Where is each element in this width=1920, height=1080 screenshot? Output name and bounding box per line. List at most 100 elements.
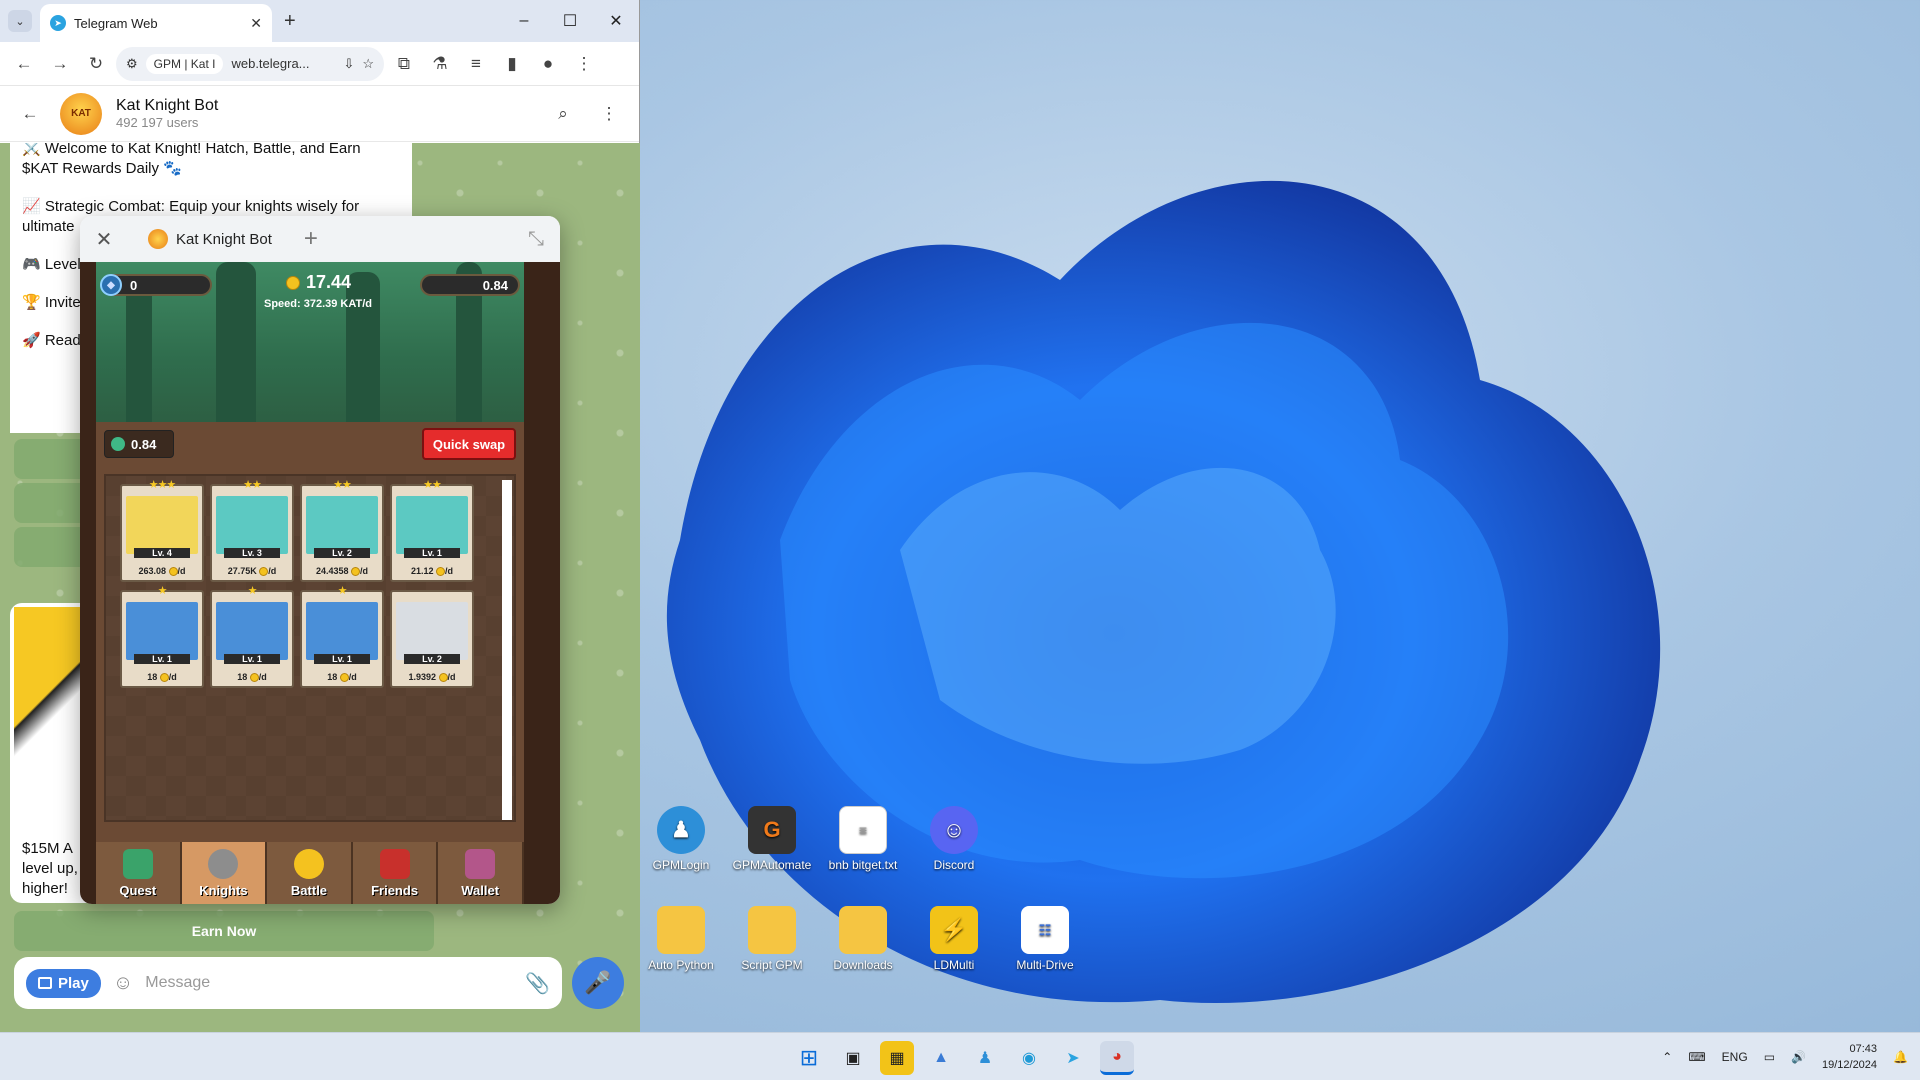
side-panel-icon[interactable]: ▮	[496, 48, 528, 80]
nav-wallet[interactable]: Wallet	[438, 842, 524, 904]
nav-battle[interactable]: Battle	[267, 842, 353, 904]
volume-icon[interactable]: 🔊	[1791, 1050, 1806, 1064]
token-value: 0.84	[482, 277, 508, 293]
photos-icon[interactable]: ▲	[924, 1041, 958, 1075]
emoji-icon[interactable]: ☺	[113, 972, 133, 995]
knight-stars: ★	[247, 585, 258, 597]
rate-suffix: /d	[348, 671, 357, 682]
input-indicator-icon[interactable]: ⌨	[1688, 1050, 1705, 1064]
search-icon[interactable]: ⌕	[547, 98, 579, 130]
knight-stars: ★	[337, 585, 348, 597]
back-icon[interactable]: ←	[8, 48, 40, 80]
desktop-icon-label: Script GPM	[741, 958, 803, 972]
nav-friends[interactable]: Friends	[353, 842, 439, 904]
media-icon[interactable]: ≡	[460, 48, 492, 80]
desktop-icon-gpmlogin[interactable]: ♟ GPMLogin	[639, 806, 723, 872]
coin-icon	[339, 673, 349, 682]
knight-card[interactable]: ★ Lv. 1 18 /d	[300, 585, 384, 688]
forest-scene: ◆ 0 17.44 Speed: 372.39 KAT/d 0.84	[96, 262, 524, 422]
forward-icon[interactable]: →	[44, 48, 76, 80]
bot-avatar[interactable]: KAT	[60, 92, 102, 135]
mini-app-tab[interactable]: Kat Knight Bot	[130, 229, 290, 249]
desktop-icon-downloads[interactable]: Downloads	[821, 906, 905, 972]
chrome-icon[interactable]: ◕	[1100, 1041, 1134, 1075]
microphone-button[interactable]: 🎤	[572, 957, 624, 1009]
tab-telegram[interactable]: ➤ Telegram Web ✕	[40, 4, 272, 42]
browser-toolbar: ← → ↻ ⚙ GPM | Kat I web.telegra... ⇩ ☆ ⧉…	[0, 42, 639, 86]
game-nav: Quest Knights Battle Friends Wallet	[96, 842, 524, 904]
knight-portrait	[126, 602, 198, 660]
desktop-icon-bnb-bitget[interactable]: ≡ bnb bitget.txt	[821, 806, 905, 872]
add-tab-icon[interactable]: +	[304, 225, 318, 253]
knight-card[interactable]: ★★ Lv. 1 21.12 /d	[390, 479, 474, 582]
desktop-icon-gpmautomate[interactable]: G GPMAutomate	[730, 806, 814, 872]
knight-card[interactable]: ★★★ Lv. 4 263.08 /d	[120, 479, 204, 582]
task-view-icon[interactable]: ▣	[836, 1041, 870, 1075]
coin-icon	[436, 567, 446, 576]
desktop-icon-multi-drive[interactable]: ☷ Multi-Drive	[1003, 906, 1087, 972]
network-icon[interactable]: ▭	[1764, 1050, 1775, 1064]
nav-quest[interactable]: Quest	[96, 842, 182, 904]
knight-stars: ★★★	[148, 479, 177, 491]
gpmlogin-taskbar-icon[interactable]: ♟	[968, 1041, 1002, 1075]
labs-flask-icon[interactable]: ⚗	[424, 48, 456, 80]
clock-time: 07:43	[1849, 1043, 1878, 1055]
language-indicator[interactable]: ENG	[1722, 1050, 1748, 1064]
edge-icon[interactable]: ◉	[1012, 1041, 1046, 1075]
attach-icon[interactable]: 📎	[525, 971, 550, 996]
close-window-button[interactable]: ✕	[593, 0, 639, 42]
multi-drive-icon: ☷	[1021, 906, 1069, 954]
desktop-icon-script-gpm[interactable]: Script GPM	[730, 906, 814, 972]
url-text[interactable]: web.telegra...	[231, 56, 335, 71]
balance-display: 17.44	[286, 272, 351, 293]
tab-search-dropdown[interactable]: ⌄	[8, 10, 32, 32]
start-windows-icon[interactable]: ⊞	[792, 1041, 826, 1075]
knight-card[interactable]: ★ Lv. 1 18 /d	[210, 585, 294, 688]
profile-avatar-icon[interactable]: ●	[532, 48, 564, 80]
earn-now-button[interactable]: Earn Now	[14, 911, 434, 951]
notifications-icon[interactable]: 🔔	[1893, 1050, 1908, 1064]
system-tray: ⌃ ⌨ ENG ▭ 🔊 07:43 19/12/2024 🔔	[1662, 1033, 1908, 1080]
nav-knights[interactable]: Knights	[181, 842, 268, 904]
desktop-icon-discord[interactable]: ☺ Discord	[912, 806, 996, 872]
close-tab-icon[interactable]: ✕	[250, 15, 262, 32]
site-settings-icon[interactable]: ⚙	[126, 56, 138, 72]
new-tab-button[interactable]: +	[284, 10, 296, 33]
profile-chip[interactable]: GPM | Kat I	[145, 53, 224, 74]
menu-kebab-icon[interactable]: ⋮	[568, 48, 600, 80]
knight-card[interactable]: ★★ Lv. 2 24.4358 /d	[300, 479, 384, 582]
extensions-icon[interactable]: ⧉	[388, 48, 420, 80]
install-app-icon[interactable]: ⇩	[343, 56, 354, 72]
knight-portrait	[216, 602, 288, 660]
message-input[interactable]: Message	[145, 974, 513, 992]
rate-suffix: /d	[445, 565, 454, 576]
show-hidden-icons-icon[interactable]: ⌃	[1662, 1050, 1672, 1064]
coin-icon	[249, 673, 259, 682]
knight-rate: 27.75K /d	[214, 566, 290, 576]
collapse-icon[interactable]: ⤡	[528, 228, 544, 251]
play-button[interactable]: Play	[26, 968, 101, 998]
more-options-icon[interactable]: ⋮	[593, 98, 625, 130]
bookmark-star-icon[interactable]: ☆	[362, 56, 374, 72]
maximize-button[interactable]: ☐	[547, 0, 593, 42]
browser-window: ⌄ ➤ Telegram Web ✕ + – ☐ ✕ ← → ↻ ⚙ GPM |…	[0, 0, 640, 1032]
close-mini-app-icon[interactable]: ✕	[92, 227, 116, 252]
knight-card[interactable]: ★ Lv. 1 18 /d	[120, 585, 204, 688]
back-arrow-icon[interactable]: ←	[14, 98, 46, 130]
battle-coin-icon	[293, 849, 324, 879]
telegram-taskbar-icon[interactable]: ➤	[1056, 1041, 1090, 1075]
quick-swap-button[interactable]: Quick swap	[422, 428, 516, 460]
desktop-icon-auto-python[interactable]: Auto Python	[639, 906, 723, 972]
reload-icon[interactable]: ↻	[80, 48, 112, 80]
text-file-icon: ≡	[839, 806, 887, 854]
scrollbar[interactable]	[502, 480, 512, 820]
knight-portrait	[396, 496, 468, 554]
store-icon[interactable]: ▦	[880, 1041, 914, 1075]
clock[interactable]: 07:43 19/12/2024	[1822, 1041, 1877, 1073]
desktop-icon-ldmulti[interactable]: ⚡ LDMulti	[912, 906, 996, 972]
address-bar[interactable]: ⚙ GPM | Kat I web.telegra... ⇩ ☆	[116, 46, 384, 81]
knight-card[interactable]: ★★ Lv. 3 27.75K /d	[210, 479, 294, 582]
play-app-icon	[38, 977, 52, 989]
knight-card[interactable]: Lv. 2 1.9392 /d	[390, 590, 474, 688]
minimize-button[interactable]: –	[501, 0, 547, 42]
